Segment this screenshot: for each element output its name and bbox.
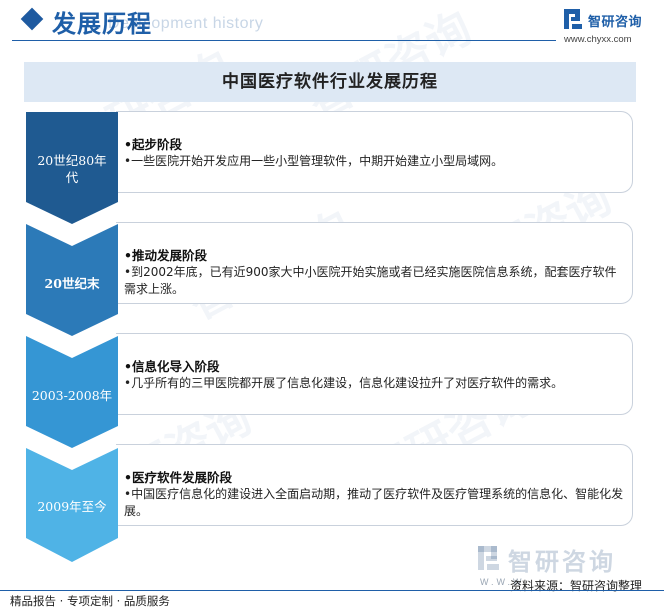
brand-logo-icon [564,9,584,31]
footer-bar: 精品报告 · 专项定制 · 品质服务 [0,590,664,610]
stage-period: 2003-2008年 [31,388,113,403]
stage-heading: •医疗软件发展阶段 [124,470,232,485]
footer-divider [0,590,664,591]
stage-heading: •起步阶段 [124,137,182,152]
diagram-title: 中国医疗软件行业发展历程 [222,72,438,92]
stage-card: •推动发展阶段 •到2002年底，已有近900家大中小医院开始实施或者已经实施医… [116,222,633,304]
stage-description: •一些医院开始开发应用一些小型管理软件，中期开始建立小型局域网。 [124,154,504,168]
stage-description: •中国医疗信息化的建设进入全面启动期，推动了医疗软件及医疗管理系统的信息化、智能… [124,487,624,518]
diagram-title-bar: 中国医疗软件行业发展历程 [24,62,636,102]
stage-card: •信息化导入阶段 •几乎所有的三甲医院都开展了信息化建设，信息化建设拉升了对医疗… [116,333,633,415]
stage-description: •到2002年底，已有近900家大中小医院开始实施或者已经实施医院信息系统，配套… [124,265,617,296]
stage-heading: •推动发展阶段 [124,248,207,263]
page-title: 发展历程 [52,9,152,38]
stage-card: •医疗软件发展阶段 •中国医疗信息化的建设进入全面启动期，推动了医疗软件及医疗管… [116,444,633,526]
brand-logo: 智研咨询 www.chyxx.com [564,9,664,45]
stage-period: 2009年至今 [37,499,107,514]
footer-logo: 智研咨询 [478,544,658,576]
stage-period: 20世纪末 [44,276,100,291]
stage-heading: •信息化导入阶段 [124,359,220,374]
footer-tagline: 精品报告 · 专项定制 · 品质服务 [10,594,170,608]
footer-logo-icon [478,546,502,570]
footer-logo-name: 智研咨询 [508,548,616,576]
stage-period: 20世纪80年代 [37,153,107,185]
brand-name: 智研咨询 [588,15,643,30]
stage-card: •起步阶段 •一些医院开始开发应用一些小型管理软件，中期开始建立小型局域网。 [116,111,633,193]
header-divider [12,40,556,41]
stage-description: •几乎所有的三甲医院都开展了信息化建设，信息化建设拉升了对医疗软件的需求。 [124,376,564,390]
brand-url: www.chyxx.com [564,34,632,45]
diamond-icon [20,7,44,31]
